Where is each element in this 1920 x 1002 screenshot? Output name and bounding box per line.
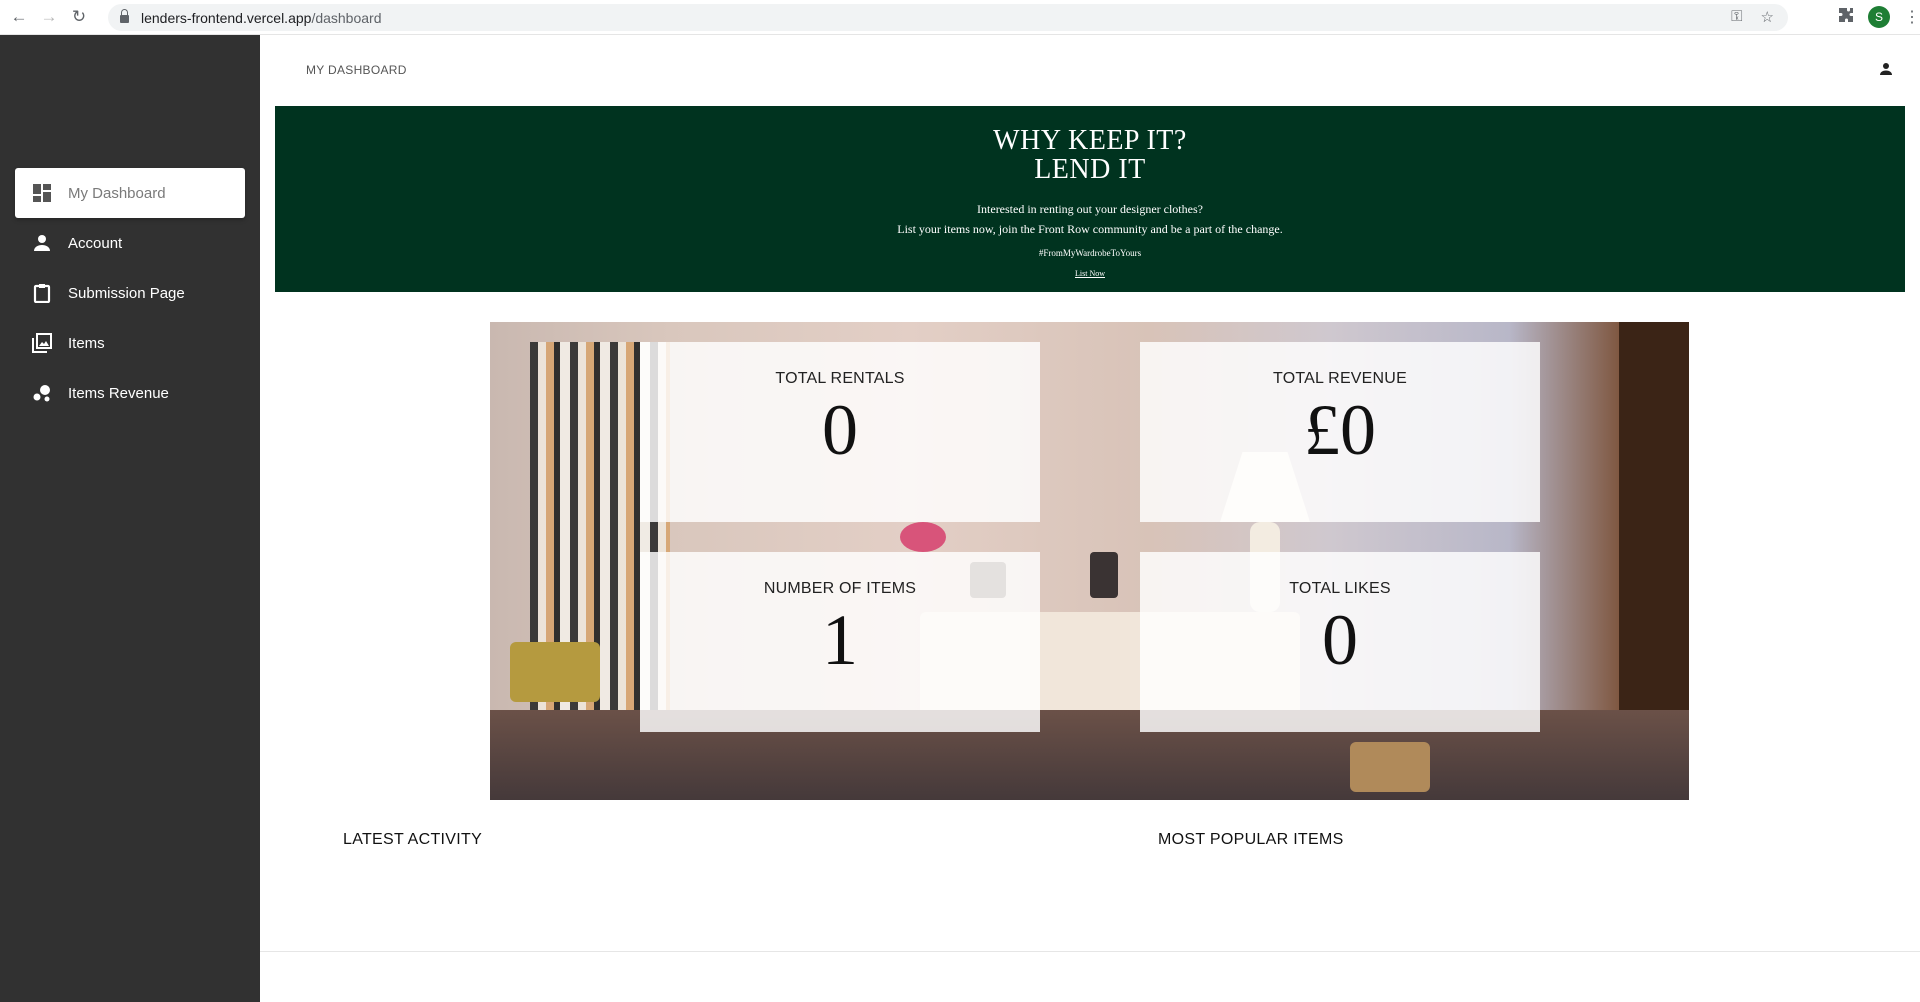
basket-illustration xyxy=(1350,742,1430,792)
divider xyxy=(260,951,1920,952)
handbag-illustration xyxy=(1090,552,1118,598)
stat-card-number-of-items: NUMBER OF ITEMS 1 xyxy=(640,552,1040,732)
stat-value: 0 xyxy=(1322,600,1358,680)
browser-toolbar: ← → ↻ lenders-frontend.vercel.app/dashbo… xyxy=(0,0,1920,35)
banner-title-line1: WHY KEEP IT? xyxy=(993,125,1187,156)
banner-hashtag: #FromMyWardrobeToYours xyxy=(1038,248,1142,258)
stat-label: TOTAL REVENUE xyxy=(1273,370,1407,387)
sidebar-item-account[interactable]: Account xyxy=(15,218,245,268)
stat-value: 0 xyxy=(822,390,858,470)
banner-line2: List your items now, join the Front Row … xyxy=(897,222,1283,236)
sidebar-item-label: Items Revenue xyxy=(68,384,169,402)
chair-illustration xyxy=(510,642,600,702)
banner-title-line2: LEND IT xyxy=(1034,154,1146,185)
sidebar-item-label: Items xyxy=(68,334,105,352)
forward-arrow-icon[interactable]: → xyxy=(38,6,60,28)
key-icon[interactable]: ⚿ xyxy=(1731,8,1742,26)
user-account-icon[interactable] xyxy=(1878,61,1894,77)
stat-label: TOTAL LIKES xyxy=(1289,580,1391,597)
url-path: /dashboard xyxy=(311,9,382,26)
stat-card-total-likes: TOTAL LIKES 0 xyxy=(1140,552,1540,732)
url-text[interactable]: lenders-frontend.vercel.app/dashboard xyxy=(141,10,382,26)
banner-line1: Interested in renting out your designer … xyxy=(977,202,1203,216)
kebab-menu-icon[interactable]: ⋮ xyxy=(1904,7,1920,27)
person-icon xyxy=(30,231,54,255)
stat-value: 1 xyxy=(822,600,858,680)
stat-label: NUMBER OF ITEMS xyxy=(763,580,917,597)
star-icon[interactable]: ☆ xyxy=(1761,8,1774,26)
sidebar-item-label: My Dashboard xyxy=(68,184,166,202)
puzzle-icon[interactable] xyxy=(1838,7,1854,27)
dashboard-icon xyxy=(30,181,54,205)
stat-value: £0 xyxy=(1304,390,1376,470)
latest-activity-heading: LATEST ACTIVITY xyxy=(343,831,483,848)
banner-title: WHY KEEP IT? LEND IT xyxy=(275,126,1905,184)
back-arrow-icon[interactable]: ← xyxy=(8,6,30,28)
sidebar: My Dashboard Account Submission Page Ite… xyxy=(0,35,260,1002)
lock-icon[interactable] xyxy=(120,9,129,23)
url-host: lenders-frontend.vercel.app xyxy=(141,9,312,26)
sidebar-item-label: Submission Page xyxy=(68,284,185,302)
address-bar[interactable]: lenders-frontend.vercel.app/dashboard ⚿ … xyxy=(108,4,1788,31)
sidebar-item-submission-page[interactable]: Submission Page xyxy=(15,268,245,318)
breadcrumb: MY DASHBOARD xyxy=(306,63,407,77)
sidebar-item-my-dashboard[interactable]: My Dashboard xyxy=(15,168,245,218)
sidebar-item-items[interactable]: Items xyxy=(15,318,245,368)
most-popular-items-heading: MOST POPULAR ITEMS xyxy=(1158,831,1344,848)
clipboard-icon xyxy=(30,281,54,305)
bubble-chart-icon xyxy=(30,381,54,405)
flowers-illustration xyxy=(900,522,946,552)
stat-card-total-revenue: TOTAL REVENUE £0 xyxy=(1140,342,1540,522)
top-app-bar: MY DASHBOARD xyxy=(260,35,1920,105)
profile-avatar[interactable]: S xyxy=(1868,6,1890,28)
stat-card-total-rentals: TOTAL RENTALS 0 xyxy=(640,342,1040,522)
stats-hero-image: TOTAL RENTALS 0 TOTAL REVENUE £0 NUMBER … xyxy=(490,322,1689,800)
list-now-link[interactable]: List Now xyxy=(1075,269,1105,278)
reload-icon[interactable]: ↻ xyxy=(68,6,90,28)
main-content: MY DASHBOARD WHY KEEP IT? LEND IT Intere… xyxy=(260,35,1920,1002)
sidebar-item-label: Account xyxy=(68,234,123,252)
image-gallery-icon xyxy=(30,331,54,355)
sidebar-item-items-revenue[interactable]: Items Revenue xyxy=(15,368,245,418)
promo-banner: WHY KEEP IT? LEND IT Interested in renti… xyxy=(275,106,1905,292)
stat-label: TOTAL RENTALS xyxy=(775,370,905,387)
